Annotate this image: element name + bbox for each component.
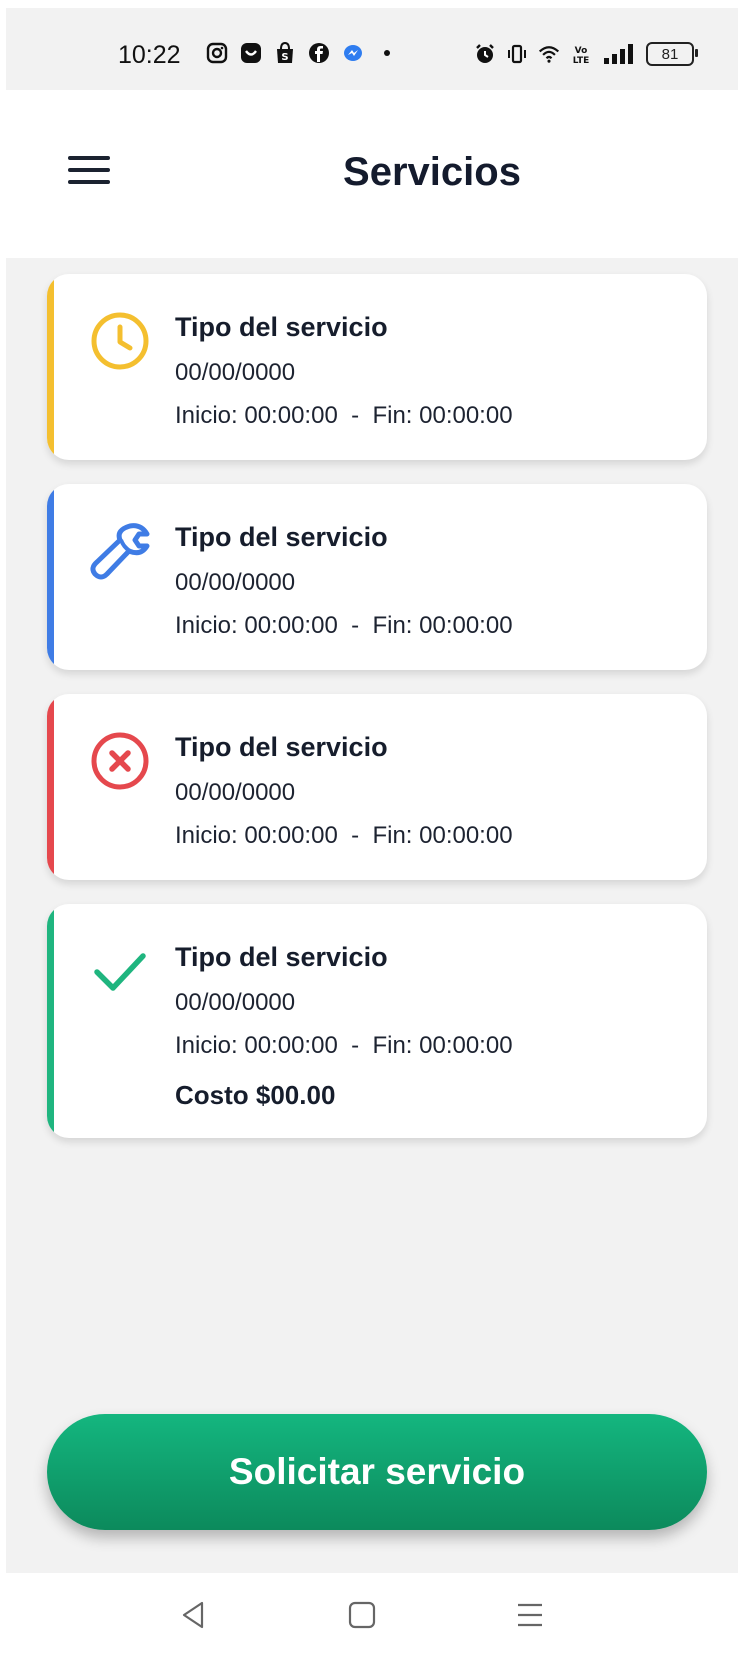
wrench-icon	[89, 520, 151, 582]
recents-menu-icon[interactable]	[510, 1595, 550, 1635]
system-icons: Vo LTE 81	[474, 42, 698, 66]
status-color-bar	[47, 904, 54, 1138]
alarm-icon	[474, 43, 496, 65]
shopee-icon: S	[274, 42, 296, 64]
service-times: Inicio: 00:00:00 - Fin: 00:00:00	[175, 402, 513, 429]
battery-indicator: 81	[646, 42, 698, 66]
volte-icon: Vo LTE	[570, 43, 592, 65]
x-circle-icon	[89, 730, 151, 792]
notification-icons: S	[206, 42, 398, 64]
system-nav-bar	[6, 1573, 738, 1656]
instagram-icon	[206, 42, 228, 64]
service-card-cancelled[interactable]: Tipo del servicio 00/00/0000 Inicio: 00:…	[47, 694, 707, 880]
service-title: Tipo del servicio	[175, 942, 388, 972]
page-title: Servicios	[343, 150, 521, 194]
service-title: Tipo del servicio	[175, 732, 388, 762]
service-list: Tipo del servicio 00/00/0000 Inicio: 00:…	[6, 258, 738, 1573]
service-title: Tipo del servicio	[175, 522, 388, 552]
wifi-icon	[538, 43, 560, 65]
service-card-completed[interactable]: Tipo del servicio 00/00/0000 Inicio: 00:…	[47, 904, 707, 1138]
facebook-icon	[308, 42, 330, 64]
signal-icon	[602, 43, 636, 65]
service-date: 00/00/0000	[175, 359, 296, 386]
service-card-in-progress[interactable]: Tipo del servicio 00/00/0000 Inicio: 00:…	[47, 484, 707, 670]
status-color-bar	[47, 274, 54, 460]
clock-icon	[89, 310, 151, 372]
service-cost: Costo $00.00	[175, 1080, 336, 1110]
status-color-bar	[47, 694, 54, 880]
svg-text:Vo: Vo	[575, 46, 588, 56]
vibrate-icon	[506, 43, 528, 65]
service-card-pending[interactable]: Tipo del servicio 00/00/0000 Inicio: 00:…	[47, 274, 707, 460]
dot-icon	[376, 42, 398, 64]
service-times: Inicio: 00:00:00 - Fin: 00:00:00	[175, 612, 513, 639]
service-date: 00/00/0000	[175, 569, 296, 596]
shop-bag-icon	[240, 42, 262, 64]
messenger-icon	[342, 42, 364, 64]
status-time: 10:22	[118, 41, 181, 69]
service-times: Inicio: 00:00:00 - Fin: 00:00:00	[175, 822, 513, 849]
status-bar: 10:22 S Vo LTE 81	[6, 8, 738, 90]
checkmark-icon	[89, 940, 151, 1002]
back-triangle-icon[interactable]	[174, 1595, 214, 1635]
service-title: Tipo del servicio	[175, 312, 388, 342]
request-service-button[interactable]: Solicitar servicio	[47, 1414, 707, 1530]
home-square-icon[interactable]	[342, 1595, 382, 1635]
service-times: Inicio: 00:00:00 - Fin: 00:00:00	[175, 1032, 513, 1059]
service-date: 00/00/0000	[175, 989, 296, 1016]
status-color-bar	[47, 484, 54, 670]
svg-text:LTE: LTE	[573, 56, 590, 65]
svg-text:S: S	[281, 52, 288, 63]
app-bar: Servicios	[6, 90, 738, 260]
service-date: 00/00/0000	[175, 779, 296, 806]
